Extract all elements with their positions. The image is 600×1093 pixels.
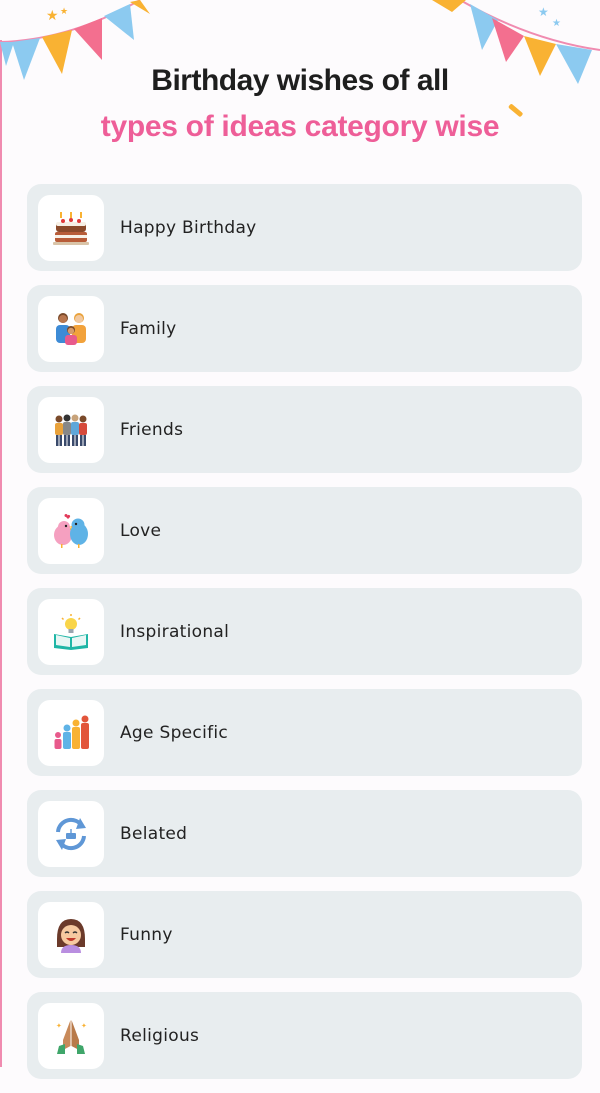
category-card-love[interactable]: Love [27, 487, 582, 574]
svg-text:✦: ✦ [56, 1022, 62, 1030]
svg-text:★: ★ [60, 7, 68, 17]
category-label: Love [120, 520, 162, 541]
friends-group-icon [38, 396, 104, 463]
party-bunting-decoration: ★ ★ ★ ★ [0, 0, 600, 117]
praying-hands-icon: ✦ ✦ [38, 1002, 104, 1069]
page-title-line1: Birthday wishes of all [151, 64, 449, 97]
svg-text:★: ★ [46, 8, 59, 24]
love-birds-icon [38, 497, 104, 564]
svg-text:★: ★ [552, 18, 561, 29]
category-label: Religious [120, 1025, 200, 1046]
category-list: Happy Birthday Family Friends Love Inspi… [27, 184, 582, 1093]
category-label: Friends [120, 419, 184, 440]
category-card-belated[interactable]: Belated [27, 790, 582, 877]
page-title-line2: types of ideas category wise [100, 110, 500, 143]
category-label: Belated [120, 823, 188, 844]
svg-text:★: ★ [538, 5, 549, 19]
category-label: Happy Birthday [120, 217, 257, 238]
category-card-funny[interactable]: Funny [27, 891, 582, 978]
category-card-age-specific[interactable]: Age Specific [27, 689, 582, 776]
category-card-friends[interactable]: Friends [27, 386, 582, 473]
lightbulb-book-icon [38, 598, 104, 665]
refresh-cake-icon [38, 800, 104, 867]
category-card-inspirational[interactable]: Inspirational [27, 588, 582, 675]
category-label: Family [120, 318, 177, 339]
category-card-happy-birthday[interactable]: Happy Birthday [27, 184, 582, 271]
category-label: Age Specific [120, 722, 229, 743]
category-label: Funny [120, 924, 173, 945]
family-icon [38, 295, 104, 362]
category-card-religious[interactable]: ✦ ✦ Religious [27, 992, 582, 1079]
category-card-family[interactable]: Family [27, 285, 582, 372]
left-accent-line [0, 40, 2, 1067]
svg-text:✦: ✦ [81, 1022, 87, 1030]
age-people-icon [38, 699, 104, 766]
birthday-cake-icon [38, 194, 104, 261]
laughing-girl-icon [38, 901, 104, 968]
category-label: Inspirational [120, 621, 230, 642]
